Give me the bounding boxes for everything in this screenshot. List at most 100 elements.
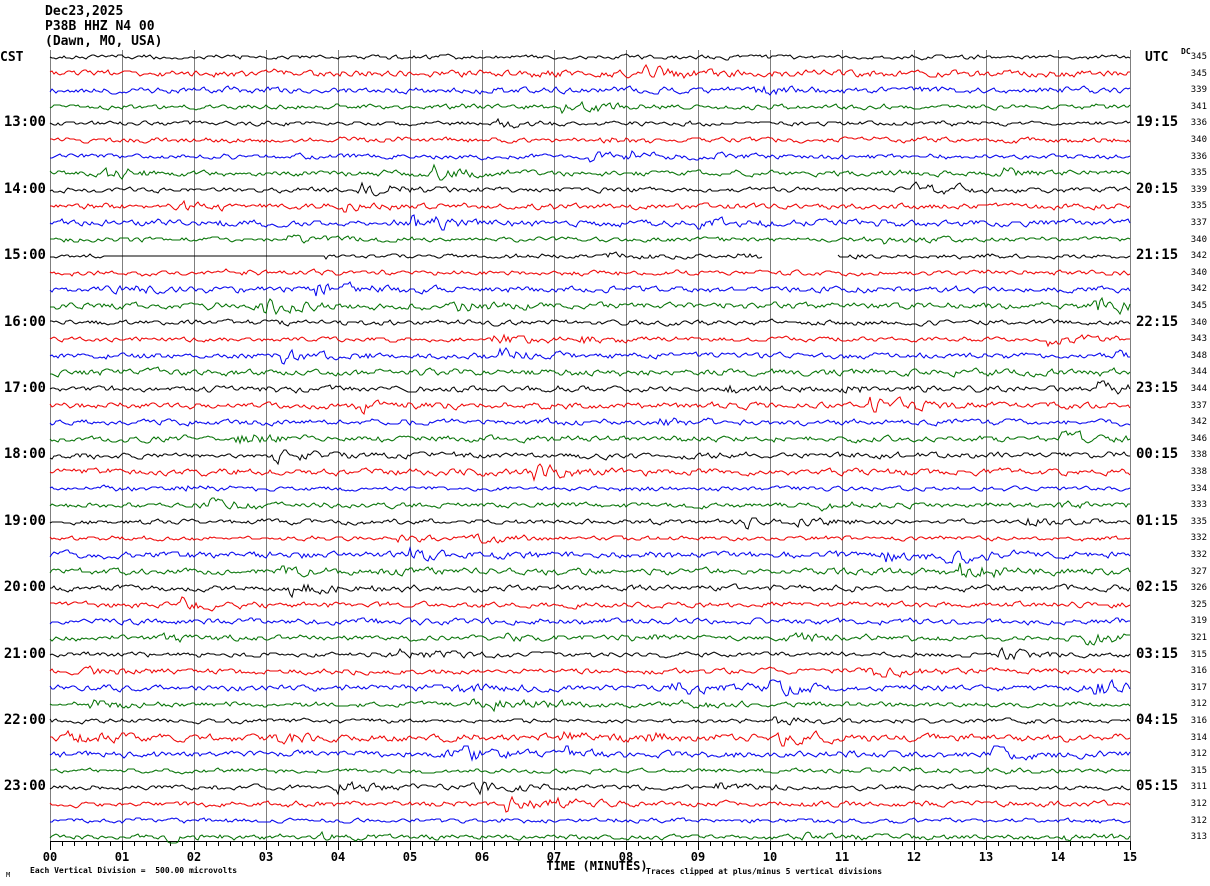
dc-value: 333 xyxy=(1190,500,1207,511)
trace-row xyxy=(50,318,1131,327)
dc-value: 319 xyxy=(1190,616,1207,627)
utc-time-label: 00:15 xyxy=(1136,446,1179,463)
dc-value: 335 xyxy=(1190,516,1207,527)
trace-row xyxy=(49,449,1130,466)
dc-value: 340 xyxy=(1190,317,1207,328)
cst-time-label: 22:00 xyxy=(3,712,46,728)
dc-value: 312 xyxy=(1190,799,1207,809)
dc-value: 336 xyxy=(1190,151,1207,162)
right-axis-header: UTC xyxy=(1145,50,1169,65)
cst-time-label: 13:00 xyxy=(3,114,46,131)
scale-note: Each Vertical Division = 500.00 microvol… xyxy=(30,866,238,875)
dc-value: 311 xyxy=(1190,782,1207,793)
grid-lines xyxy=(50,50,1131,841)
trace-row xyxy=(49,380,1131,395)
trace-row xyxy=(49,617,1130,626)
utc-time-label: 03:15 xyxy=(1136,645,1179,662)
dc-value: 312 xyxy=(1190,815,1207,826)
dc-value: 327 xyxy=(1190,566,1207,577)
trace-row xyxy=(49,181,1131,197)
title-date: Dec23,2025 xyxy=(45,4,124,19)
utc-time-label: 20:15 xyxy=(1136,180,1179,197)
dc-value: 321 xyxy=(1190,633,1207,643)
cst-time-label: 18:00 xyxy=(3,446,46,463)
minute-label: 10 xyxy=(762,850,778,864)
trace-row xyxy=(49,463,1131,482)
dc-value: 342 xyxy=(1190,417,1207,428)
dc-value: 326 xyxy=(1190,583,1207,594)
trace-row xyxy=(50,296,1131,316)
dc-value: 325 xyxy=(1190,599,1207,610)
cst-time-label: 16:00 xyxy=(3,313,46,330)
trace-row xyxy=(49,517,1131,530)
minute-label: 11 xyxy=(834,850,850,864)
dc-value: 342 xyxy=(1190,251,1207,262)
trace-row xyxy=(50,766,1131,775)
dc-value: 335 xyxy=(1190,168,1207,179)
trace-row xyxy=(49,347,1130,365)
trace-row xyxy=(49,163,1131,181)
utc-time-label: 21:15 xyxy=(1136,247,1179,264)
trace-row xyxy=(49,646,1131,661)
left-axis-header: CST xyxy=(0,50,24,65)
title-station: P38B HHZ N4 00 xyxy=(45,19,155,34)
dc-value: 332 xyxy=(1190,533,1207,544)
trace-row xyxy=(49,333,1130,348)
trace-row xyxy=(49,716,1131,726)
dc-value: 338 xyxy=(1190,450,1207,461)
dc-value: 314 xyxy=(1190,732,1207,743)
utc-time-label: 23:15 xyxy=(1136,380,1179,396)
trace-row xyxy=(49,214,1131,231)
trace-row xyxy=(50,729,1131,747)
minute-label: 02 xyxy=(186,850,202,864)
dc-value: 344 xyxy=(1190,367,1207,378)
minute-label: 03 xyxy=(258,850,274,864)
helicorder-plot xyxy=(49,50,1131,850)
trace-row xyxy=(49,533,1131,544)
trace-row xyxy=(50,136,1131,144)
trace-row xyxy=(49,698,1131,713)
trace-row xyxy=(49,665,1131,678)
trace-row xyxy=(50,199,1131,213)
cst-time-label: 23:00 xyxy=(3,778,46,795)
dc-value: 339 xyxy=(1190,85,1207,96)
trace-row xyxy=(50,583,1131,599)
minute-label: 15 xyxy=(1122,850,1138,864)
utc-time-label: 04:15 xyxy=(1136,712,1179,728)
dc-value: 340 xyxy=(1190,267,1207,278)
trace-row xyxy=(49,396,1131,415)
dc-value: 337 xyxy=(1190,218,1207,228)
dc-value: 316 xyxy=(1190,666,1207,677)
trace-row xyxy=(49,430,1131,445)
trace-row xyxy=(50,251,763,260)
dc-value: 312 xyxy=(1190,749,1207,760)
minute-label: 09 xyxy=(690,850,706,864)
trace-row xyxy=(49,678,1131,697)
dc-value: 344 xyxy=(1190,384,1207,394)
dc-value: 315 xyxy=(1190,765,1207,776)
trace-row xyxy=(49,546,1131,564)
cst-time-label: 17:00 xyxy=(3,380,46,396)
dc-value: 338 xyxy=(1190,467,1207,477)
dc-value: 339 xyxy=(1190,184,1207,195)
trace-row xyxy=(49,745,1131,762)
dc-value: 316 xyxy=(1190,716,1207,726)
minute-label: 14 xyxy=(1050,850,1066,864)
trace-row xyxy=(837,253,1131,260)
dc-value: 315 xyxy=(1190,649,1207,660)
trace-row xyxy=(49,417,1131,427)
utc-time-label: 19:15 xyxy=(1136,114,1179,131)
cst-time-label: 20:00 xyxy=(3,579,46,596)
dc-value: 345 xyxy=(1190,68,1207,79)
dc-value: 334 xyxy=(1190,483,1207,494)
trace-row xyxy=(49,64,1130,79)
trace-row xyxy=(49,497,1130,512)
title-location: (Dawn, MO, USA) xyxy=(45,34,163,49)
trace-row xyxy=(49,795,1131,813)
traces xyxy=(49,53,1131,844)
dc-value: 345 xyxy=(1190,52,1207,62)
trace-row xyxy=(50,150,1131,163)
dc-value: 341 xyxy=(1190,101,1207,112)
dc-value: 335 xyxy=(1190,201,1207,212)
minute-label: 12 xyxy=(906,850,922,864)
